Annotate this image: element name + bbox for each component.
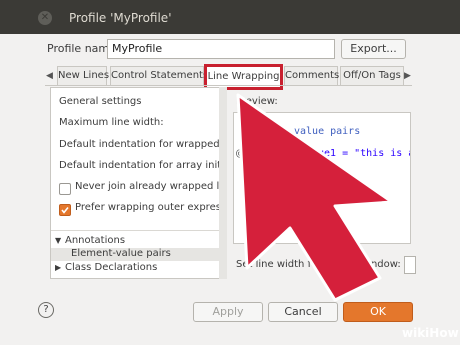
- watermark: wikiHow: [402, 326, 459, 340]
- pointer-arrow-icon: [236, 93, 394, 302]
